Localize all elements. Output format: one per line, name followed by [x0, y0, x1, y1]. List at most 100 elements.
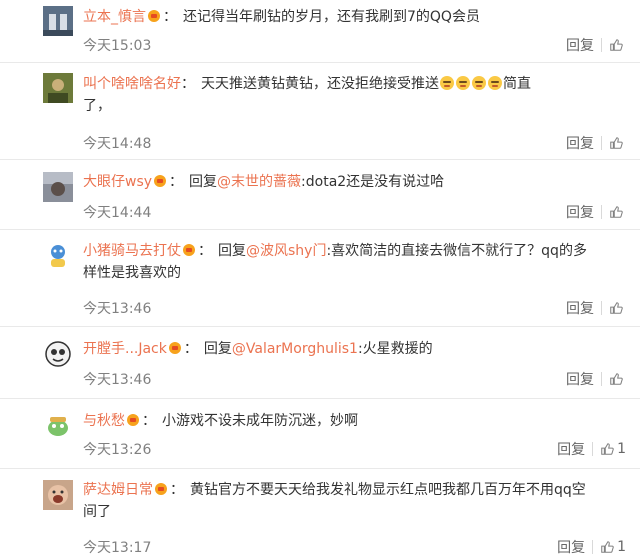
mention-link[interactable]: @ValarMorghulis1: [232, 341, 358, 357]
comment-actions: 回复: [566, 133, 626, 153]
avatar[interactable]: [43, 73, 73, 103]
comment-text-continued: 间了: [83, 504, 111, 520]
comment-list: 立本_慎言 ： 还记得当年刷钻的岁月，还有我刷到7的QQ会员 今天15:03 回复 …: [0, 0, 640, 556]
comment-time: 今天13:17: [83, 540, 152, 556]
colon: ：: [183, 341, 198, 357]
comment-body: 叫个啥啥啥名好： 天天推送黄钻黄钻，还没拒绝接受推送 简直 了，: [83, 73, 626, 117]
reply-prefix: 回复: [218, 243, 246, 259]
comment-body: 小猪骑马去打仗 ： 回复@波风shy门:喜欢简洁的直接去微信不就行了？qq的多样性是…: [83, 240, 626, 284]
comment-item: 萨达姆日常 ： 黄钻官方不要天天给我发礼物显示红点吧我都几百万年不用qq空间了 今天…: [0, 469, 640, 556]
thumbs-up-icon: [601, 443, 614, 455]
comment-text: 小游戏不设未成年防沉迷，妙啊: [162, 413, 358, 429]
comment-body: 开膛手...Jack ： 回复@ValarMorghulis1:火星救援的: [83, 338, 626, 360]
divider: [601, 205, 602, 219]
vip-crown-icon: [154, 175, 167, 187]
like-button[interactable]: [609, 372, 626, 386]
reply-button[interactable]: 回复: [566, 369, 594, 389]
comment-time: 今天14:44: [83, 205, 152, 221]
comment-body: 立本_慎言 ： 还记得当年刷钻的岁月，还有我刷到7的QQ会员: [83, 6, 626, 28]
comment-text: :火星救援的: [357, 341, 433, 357]
sweat-smile-emoji-icon: [472, 76, 486, 90]
comment-time: 今天13:46: [83, 372, 152, 388]
comment-actions: 回复: [566, 202, 626, 222]
username-link[interactable]: 大眼仔wsy: [83, 174, 152, 190]
reply-button[interactable]: 回复: [566, 298, 594, 318]
reply-prefix: 回复: [203, 341, 232, 357]
like-button[interactable]: 1: [600, 539, 626, 555]
thumbs-up-icon: [610, 39, 623, 51]
like-count: 1: [617, 441, 626, 457]
avatar[interactable]: [43, 339, 73, 369]
like-button[interactable]: 1: [600, 441, 626, 457]
comment-text-continued: 样性是我喜欢的: [83, 265, 181, 281]
username-link[interactable]: 立本_慎言: [83, 9, 146, 25]
avatar[interactable]: [43, 6, 73, 36]
avatar[interactable]: [43, 240, 73, 270]
divider: [592, 442, 594, 456]
reply-prefix: 回复: [189, 174, 218, 190]
comment-text-continued: 了，: [83, 98, 111, 114]
thumbs-up-icon: [610, 137, 623, 149]
comment-text: :喜欢简洁的直接去微信不就行了？qq的多: [326, 243, 587, 259]
comment-time: 今天15:03: [83, 38, 152, 54]
colon: ：: [198, 243, 212, 259]
sweat-smile-emoji-icon: [488, 76, 502, 90]
comment-body: 大眼仔wsy ： 回复@末世的蔷薇:dota2还是没有说过哈: [83, 171, 626, 193]
thumbs-up-icon: [601, 541, 614, 553]
comment-actions: 回复 1: [557, 439, 626, 459]
username-link[interactable]: 叫个啥啥啥名好: [83, 76, 181, 92]
comment-text: 简直: [503, 76, 531, 92]
comment-time: 今天13:46: [83, 301, 152, 317]
vip-crown-icon: [148, 10, 160, 22]
divider: [601, 372, 602, 386]
colon: ：: [169, 174, 184, 190]
comment-actions: 回复: [566, 369, 626, 389]
comment-item: 与秋愁 ： 小游戏不设未成年防沉迷，妙啊 今天13:26 回复 1: [0, 399, 640, 469]
avatar[interactable]: [43, 480, 73, 510]
mention-link[interactable]: @波风shy门: [246, 243, 326, 259]
reply-button[interactable]: 回复: [566, 133, 594, 153]
colon: ：: [170, 482, 184, 498]
colon: ：: [181, 76, 195, 92]
username-link[interactable]: 萨达姆日常: [83, 482, 153, 498]
like-button[interactable]: [609, 38, 626, 52]
thumbs-up-icon: [610, 206, 623, 218]
divider: [601, 136, 602, 150]
sweat-smile-emoji-icon: [456, 76, 470, 90]
comment-body: 萨达姆日常 ： 黄钻官方不要天天给我发礼物显示红点吧我都几百万年不用qq空间了: [83, 479, 626, 523]
username-link[interactable]: 开膛手...Jack: [83, 341, 167, 357]
sweat-smile-emoji-icon: [440, 76, 454, 90]
comment-body: 与秋愁 ： 小游戏不设未成年防沉迷，妙啊: [83, 410, 626, 432]
avatar[interactable]: [43, 172, 73, 202]
divider: [601, 301, 602, 315]
comment-item: 小猪骑马去打仗：回复@波风shy门:喜欢简洁的直接去微信不就行了？qq的多 样性是…: [0, 230, 640, 327]
comment-text: :dota2还是没有说过哈: [301, 174, 445, 190]
comment-time: 今天13:26: [83, 442, 152, 458]
like-button[interactable]: [609, 205, 626, 219]
comment-item: 大眼仔wsy：回复@末世的蔷薇:dota2还是没有说过哈 今天14:44 回复: [0, 160, 640, 230]
comment-text: 还记得当年刷钻的岁月，还有我刷到7的QQ会员: [183, 9, 480, 25]
reply-button[interactable]: 回复: [566, 202, 594, 222]
like-button[interactable]: [609, 136, 626, 150]
reply-button[interactable]: 回复: [557, 537, 585, 557]
vip-crown-icon: [127, 414, 139, 426]
colon: ：: [163, 9, 177, 25]
comment-time: 今天14:48: [83, 136, 152, 152]
comment-actions: 回复: [566, 298, 626, 318]
vip-crown-icon: [155, 483, 167, 495]
thumbs-up-icon: [610, 373, 623, 385]
username-link[interactable]: 与秋愁: [83, 413, 125, 429]
colon: ：: [142, 413, 156, 429]
thumbs-up-icon: [610, 302, 623, 314]
avatar[interactable]: [43, 411, 73, 441]
mention-link[interactable]: @末世的蔷薇: [217, 174, 301, 190]
comment-item: 叫个啥啥啥名好： 天天推送黄钻黄钻，还没拒绝接受推送 简直 了， 今天14:48 回复: [0, 63, 640, 160]
reply-button[interactable]: 回复: [557, 439, 585, 459]
username-link[interactable]: 小猪骑马去打仗: [83, 243, 181, 259]
comment-actions: 回复 1: [557, 537, 626, 557]
comment-item: 开膛手...Jack：回复@ValarMorghulis1:火星救援的 今天13…: [0, 327, 640, 399]
comment-text: 黄钻官方不要天天给我发礼物显示红点吧我都几百万年不用qq空: [190, 482, 586, 498]
like-button[interactable]: [609, 301, 626, 315]
divider: [601, 38, 602, 52]
reply-button[interactable]: 回复: [566, 35, 594, 55]
